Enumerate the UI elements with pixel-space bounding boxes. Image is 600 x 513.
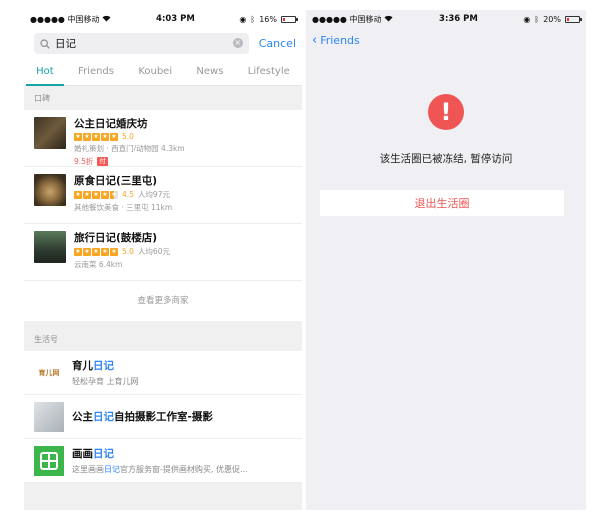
tab-friends[interactable]: Friends	[74, 58, 118, 86]
star-icon: ★	[74, 247, 82, 256]
star-icon: ★	[74, 132, 82, 141]
rating-score: 5.0	[122, 132, 134, 141]
account-name: 育儿日记	[72, 360, 114, 372]
merchant-row[interactable]: 原食日记(三里屯) ★ ★ ★ ★ ★ 4.5 人均97元 其他餐饮美食 · 三里屯 1…	[24, 167, 302, 224]
discount-label: 9.5折	[74, 157, 94, 166]
carrier-label: ●●●●● 中国移动	[312, 14, 382, 24]
star-icon: ★	[92, 190, 100, 199]
star-icon: ★	[101, 190, 109, 199]
merchant-subtitle: 婚礼策划 · 西直门/动物园 4.3km	[74, 144, 185, 153]
star-rating: ★ ★ ★ ★ ★	[74, 190, 118, 199]
star-icon: ★	[92, 132, 100, 141]
battery-percent: 16%	[259, 14, 277, 24]
status-bar: ●●●●● 中国移动 3:36 PM ◉ ᛒ 20%	[306, 10, 586, 28]
wifi-icon	[102, 15, 111, 24]
search-bar: 日记 × Cancel	[24, 28, 302, 58]
star-icon: ★	[110, 247, 118, 256]
more-merchants-link[interactable]: 查看更多商家	[24, 281, 302, 321]
merchant-name: 原食日记(三里屯)	[74, 175, 158, 187]
status-time: 4:03 PM	[156, 14, 195, 24]
star-icon: ★	[110, 132, 118, 141]
cancel-button[interactable]: Cancel	[259, 37, 296, 50]
clear-icon[interactable]: ×	[232, 38, 243, 48]
merchant-name: 公主日记婚庆坊	[74, 118, 148, 130]
star-icon: ★	[83, 190, 91, 199]
star-icon: ★	[101, 247, 109, 256]
bluetooth-icon: ᛒ	[534, 14, 540, 24]
status-bar: ●●●●● 中国移动 4:03 PM ◉ ᛒ 16%	[24, 10, 302, 28]
merchant-row[interactable]: 公主日记婚庆坊 ★ ★ ★ ★ ★ 5.0 婚礼策划 · 西直门/动物园 4.3km 9…	[24, 110, 302, 167]
back-label: Friends	[320, 33, 360, 47]
lifestyle-account-row[interactable]: 公主日记自拍摄影工作室-摄影	[24, 395, 302, 439]
lifestyle-account-row[interactable]: 画画日记 这里画画日记官方服务窗-提供画材购买, 优惠促...	[24, 439, 302, 483]
account-description: 轻松孕育 上育儿网	[72, 377, 139, 386]
account-description: 这里画画日记官方服务窗-提供画材购买, 优惠促...	[72, 465, 248, 474]
star-icon: ★	[83, 132, 91, 141]
rating-score: 4.5	[122, 190, 134, 199]
average-price: 人均97元	[137, 190, 170, 199]
tab-hot[interactable]: Hot	[26, 58, 64, 86]
merchant-photo	[34, 174, 66, 206]
rating-score: 5.0	[122, 247, 134, 256]
star-icon: ★	[92, 247, 100, 256]
average-price: 人均60元	[137, 247, 170, 256]
nav-bar: ‹ Friends	[306, 28, 586, 52]
search-input[interactable]: 日记 ×	[34, 32, 249, 54]
result-tabs: Hot Friends Koubei News Lifestyle	[24, 58, 302, 86]
merchant-list: 公主日记婚庆坊 ★ ★ ★ ★ ★ 5.0 婚礼策划 · 西直门/动物园 4.3km 9…	[24, 110, 302, 321]
frozen-message: 该生活圈已被冻结, 暂停访问	[379, 153, 513, 165]
tab-lifestyle[interactable]: Lifestyle	[244, 58, 294, 86]
account-name: 公主日记自拍摄影工作室-摄影	[72, 411, 213, 423]
location-icon: ◉	[239, 14, 247, 24]
battery-icon	[564, 15, 582, 23]
yuer-logo: 育儿网	[38, 368, 60, 377]
star-icon: ★	[110, 190, 118, 199]
studio-photo	[34, 401, 64, 432]
merchant-name: 旅行日记(鼓楼店)	[74, 232, 158, 244]
merchant-row[interactable]: 旅行日记(鼓楼店) ★ ★ ★ ★ ★ 5.0 人均60元 云南菜 6.4km	[24, 224, 302, 281]
section-label-lifestyle: 生活号	[34, 335, 58, 344]
wifi-icon	[384, 15, 393, 24]
section-label-koubei: 口碑	[34, 94, 50, 103]
location-icon: ◉	[523, 14, 531, 24]
search-results-screen: ●●●●● 中国移动 4:03 PM ◉ ᛒ 16% 日记 × Cancel H…	[24, 10, 302, 510]
battery-percent: 20%	[543, 14, 561, 24]
pay-badge: 付	[97, 157, 108, 166]
tab-koubei[interactable]: Koubei	[134, 58, 176, 86]
star-rating: ★ ★ ★ ★ ★	[74, 132, 118, 141]
account-name: 画画日记	[72, 448, 114, 460]
merchant-subtitle: 其他餐饮美食 · 三里屯 11km	[74, 203, 173, 212]
bluetooth-icon: ᛒ	[250, 14, 256, 24]
status-time: 3:36 PM	[439, 14, 478, 24]
star-icon: ★	[74, 190, 82, 199]
alert-icon: !	[428, 94, 464, 130]
merchant-subtitle: 云南菜 6.4km	[74, 260, 123, 269]
frozen-circle-screen: ●●●●● 中国移动 3:36 PM ◉ ᛒ 20% ‹ Friends ! 该…	[306, 10, 586, 510]
merchant-photo	[34, 117, 66, 149]
carrier-label: ●●●●● 中国移动	[30, 14, 100, 24]
huahua-logo	[34, 445, 64, 476]
search-query: 日记	[55, 37, 76, 50]
exit-circle-button[interactable]: 退出生活圈	[320, 190, 564, 216]
back-button[interactable]: ‹ Friends	[312, 34, 360, 47]
lifestyle-account-row[interactable]: 育儿网 育儿日记 轻松孕育 上育儿网	[24, 351, 302, 395]
star-rating: ★ ★ ★ ★ ★	[74, 247, 118, 256]
battery-icon	[280, 15, 298, 23]
search-icon	[40, 34, 50, 53]
merchant-photo	[34, 231, 66, 263]
chevron-left-icon: ‹	[312, 32, 318, 48]
tab-news[interactable]: News	[192, 58, 227, 86]
star-icon: ★	[83, 247, 91, 256]
star-icon: ★	[101, 132, 109, 141]
